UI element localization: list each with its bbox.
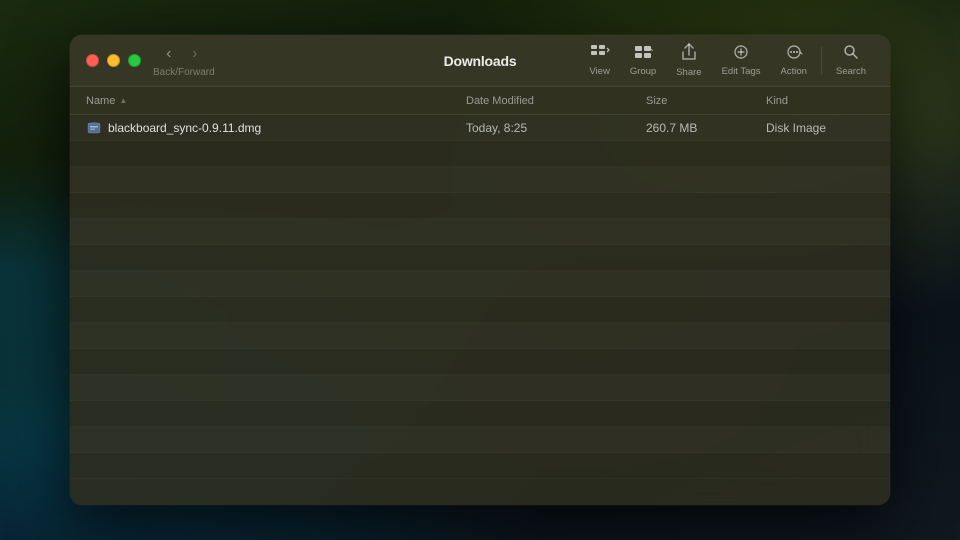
window-title: Downloads — [444, 53, 517, 69]
share-icon — [681, 43, 697, 65]
table-row[interactable]: blackboard_sync-0.9.11.dmg Today, 8:25 2… — [70, 115, 890, 141]
group-button[interactable]: Group — [622, 40, 664, 81]
column-header-size[interactable]: Size — [646, 95, 766, 107]
group-label: Group — [630, 66, 656, 77]
empty-row — [70, 297, 890, 323]
file-kind: Disk Image — [766, 121, 874, 135]
file-date: Today, 8:25 — [466, 121, 646, 135]
search-icon — [843, 44, 859, 64]
edit-tags-label: Edit Tags — [722, 66, 761, 77]
empty-row — [70, 453, 890, 479]
empty-row — [70, 219, 890, 245]
toolbar: View Group — [581, 39, 874, 82]
file-list: blackboard_sync-0.9.11.dmg Today, 8:25 2… — [70, 115, 890, 505]
traffic-lights — [86, 54, 141, 67]
share-button[interactable]: Share — [668, 39, 709, 82]
action-icon — [784, 44, 804, 64]
navigation-group: ‹ › Back/Forward — [149, 43, 215, 78]
title-bar: ‹ › Back/Forward Downloads — [70, 35, 890, 87]
edit-tags-icon — [732, 44, 750, 64]
view-button[interactable]: View — [581, 40, 617, 81]
action-label: Action — [780, 66, 806, 77]
back-icon: ‹ — [166, 45, 171, 63]
search-label: Search — [836, 66, 866, 77]
column-headers: Name ▲ Date Modified Size Kind — [70, 87, 890, 115]
toolbar-divider — [821, 47, 822, 75]
back-button[interactable]: ‹ — [156, 43, 182, 65]
action-button[interactable]: Action — [772, 40, 814, 81]
column-header-kind[interactable]: Kind — [766, 95, 874, 107]
file-icon — [86, 120, 102, 136]
group-icon — [633, 44, 653, 64]
view-label: View — [589, 66, 609, 77]
empty-row — [70, 323, 890, 349]
empty-row — [70, 271, 890, 297]
empty-row — [70, 193, 890, 219]
maximize-button[interactable] — [128, 54, 141, 67]
empty-row — [70, 427, 890, 453]
minimize-button[interactable] — [107, 54, 120, 67]
file-name: blackboard_sync-0.9.11.dmg — [108, 121, 466, 135]
share-label: Share — [676, 67, 701, 78]
empty-row — [70, 401, 890, 427]
empty-row — [70, 141, 890, 167]
search-button[interactable]: Search — [828, 40, 874, 81]
column-header-name[interactable]: Name ▲ — [86, 95, 466, 107]
nav-label: Back/Forward — [153, 67, 215, 78]
empty-row — [70, 349, 890, 375]
close-button[interactable] — [86, 54, 99, 67]
forward-icon: › — [192, 45, 197, 63]
empty-row — [70, 167, 890, 193]
finder-window: ‹ › Back/Forward Downloads — [70, 35, 890, 505]
empty-row — [70, 375, 890, 401]
edit-tags-button[interactable]: Edit Tags — [714, 40, 769, 81]
file-size: 260.7 MB — [646, 121, 766, 135]
view-icon — [590, 44, 610, 64]
empty-row — [70, 245, 890, 271]
column-header-date[interactable]: Date Modified — [466, 95, 646, 107]
sort-arrow: ▲ — [119, 96, 127, 105]
forward-button[interactable]: › — [182, 43, 208, 65]
